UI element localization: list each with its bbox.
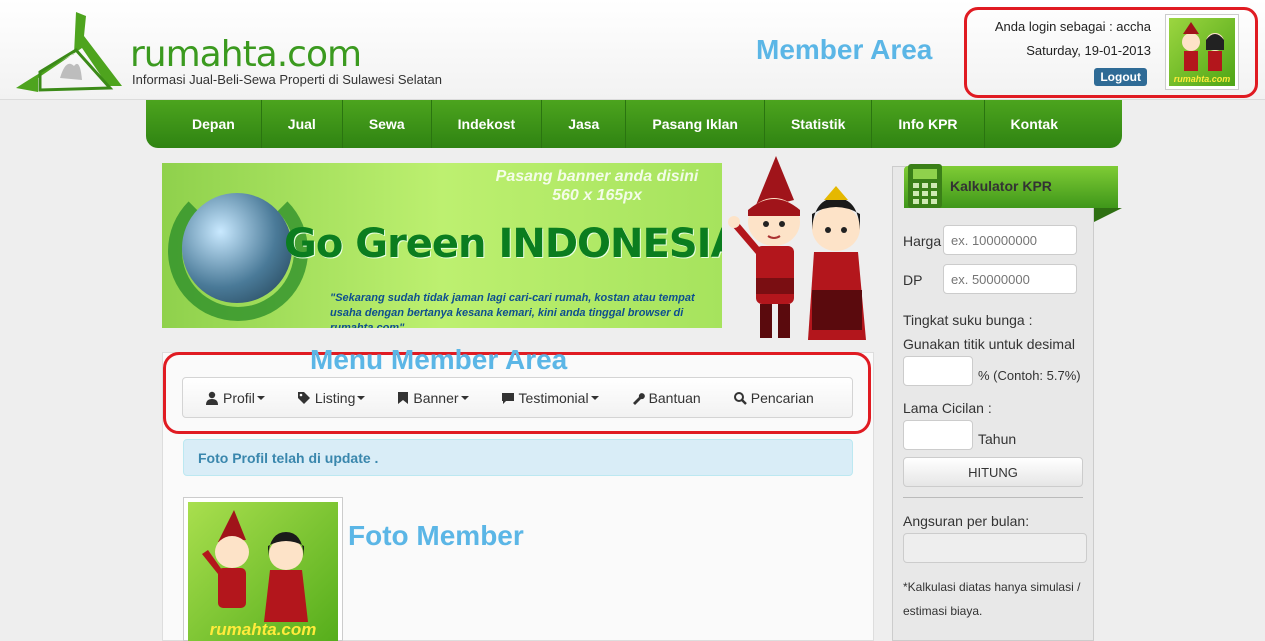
globe-icon — [182, 193, 292, 303]
mascot-icon — [202, 510, 308, 622]
avatar-label: rumahta.com — [1173, 74, 1231, 84]
ad-banner[interactable]: Pasang banner anda disini 560 x 165px Go… — [162, 163, 722, 328]
foto-member-title: Foto Member — [348, 520, 524, 551]
banner-hint-line2: 560 x 165px — [552, 187, 642, 204]
wrench-icon — [632, 392, 645, 405]
harga-input[interactable] — [943, 225, 1077, 255]
dp-input[interactable] — [943, 264, 1077, 294]
site-name: rumahta.com — [130, 34, 362, 75]
divider — [903, 497, 1083, 498]
cicilan-suffix: Tahun — [978, 431, 1017, 447]
tag-icon — [297, 391, 310, 404]
main-nav: Depan Jual Sewa Indekost Jasa Pasang Ikl… — [146, 100, 1122, 148]
banner-quote: "Sekarang sudah tidak jaman lagi cari-ca… — [330, 292, 695, 328]
menu-testimonial-label: Testimonial — [518, 389, 589, 406]
site-header: rumahta.com Informasi Jual-Beli-Sewa Pro… — [0, 0, 1265, 100]
kpr-header: Kalkulator KPR — [904, 160, 1124, 222]
nav-item-jual[interactable]: Jual — [262, 100, 343, 148]
banner-hint: Pasang banner anda disini 560 x 165px — [472, 167, 722, 205]
angsuran-label: Angsuran per bulan: — [903, 513, 1030, 529]
house-logo-icon — [16, 12, 122, 92]
bunga-suffix: % (Contoh: 5.7%) — [978, 368, 1081, 383]
dp-label: DP — [903, 272, 923, 288]
banner-hint-line1: Pasang banner anda disini — [495, 168, 699, 185]
login-date: Saturday, 19-01-2013 — [1026, 43, 1151, 58]
bunga-input[interactable] — [903, 356, 973, 386]
nav-item-pasang-iklan[interactable]: Pasang Iklan — [626, 100, 765, 148]
user-icon — [206, 391, 218, 405]
nav-item-indekost[interactable]: Indekost — [432, 100, 543, 148]
harga-label: Harga — [903, 233, 942, 249]
nav-item-statistik[interactable]: Statistik — [765, 100, 873, 148]
site-tagline: Informasi Jual-Beli-Sewa Properti di Sul… — [132, 72, 442, 87]
photo-label: rumahta.com — [209, 620, 317, 639]
chevron-down-icon — [357, 395, 366, 400]
login-user-text: Anda login sebagai : accha — [994, 19, 1151, 34]
menu-listing-label: Listing — [314, 389, 356, 406]
search-icon — [733, 391, 747, 405]
site-logo[interactable]: rumahta.com Informasi Jual-Beli-Sewa Pro… — [10, 6, 470, 96]
angsuran-output[interactable] — [903, 533, 1087, 563]
kpr-note: *Kalkulasi diatas hanya simulasi / estim… — [903, 580, 1081, 618]
nav-item-jasa[interactable]: Jasa — [542, 100, 627, 148]
nav-item-info-kpr[interactable]: Info KPR — [872, 100, 985, 148]
menu-testimonial[interactable]: Testimonial — [501, 390, 599, 406]
banner-title: Go Green INDONESIA KU — [284, 221, 722, 267]
menu-listing[interactable]: Listing — [297, 389, 366, 406]
mascot-illustration — [728, 156, 866, 340]
nav-item-kontak[interactable]: Kontak — [985, 100, 1084, 148]
chevron-down-icon — [256, 395, 265, 400]
menu-member-area-title: Menu Member Area — [310, 344, 568, 375]
member-area-title: Member Area — [756, 34, 933, 65]
chevron-down-icon — [590, 395, 599, 400]
menu-pencarian[interactable]: Pencarian — [733, 390, 814, 406]
profile-photo[interactable]: rumahta.com — [183, 497, 343, 641]
bunga-hint: Gunakan titik untuk desimal — [903, 336, 1075, 352]
avatar[interactable]: rumahta.com — [1165, 14, 1239, 90]
menu-bantuan[interactable]: Bantuan — [631, 390, 701, 406]
cicilan-label: Lama Cicilan : — [903, 400, 992, 416]
calculator-icon — [908, 164, 942, 208]
mascot-icon — [1182, 22, 1224, 71]
menu-banner[interactable]: Banner — [397, 389, 469, 406]
bookmark-icon — [398, 391, 409, 404]
menu-pencarian-label: Pencarian — [750, 389, 814, 406]
login-panel: Anda login sebagai : accha Saturday, 19-… — [964, 7, 1258, 98]
menu-banner-label: Banner — [413, 389, 459, 406]
menu-profil-label: Profil — [223, 389, 255, 406]
bunga-label: Tingkat suku bunga : — [903, 312, 1033, 328]
member-menu-bar: Profil Listing Banner Testimonial Bantua… — [182, 377, 853, 418]
menu-profil[interactable]: Profil — [205, 390, 265, 406]
logout-button[interactable]: Logout — [1094, 68, 1147, 86]
menu-bantuan-label: Bantuan — [648, 389, 701, 406]
cicilan-input[interactable] — [903, 420, 973, 450]
nav-item-sewa[interactable]: Sewa — [343, 100, 432, 148]
hitung-button[interactable]: HITUNG — [903, 457, 1083, 487]
comment-icon — [501, 392, 514, 404]
kpr-title: Kalkulator KPR — [950, 178, 1052, 194]
status-alert: Foto Profil telah di update . — [183, 439, 853, 476]
chevron-down-icon — [460, 395, 469, 400]
nav-item-depan[interactable]: Depan — [166, 100, 262, 148]
